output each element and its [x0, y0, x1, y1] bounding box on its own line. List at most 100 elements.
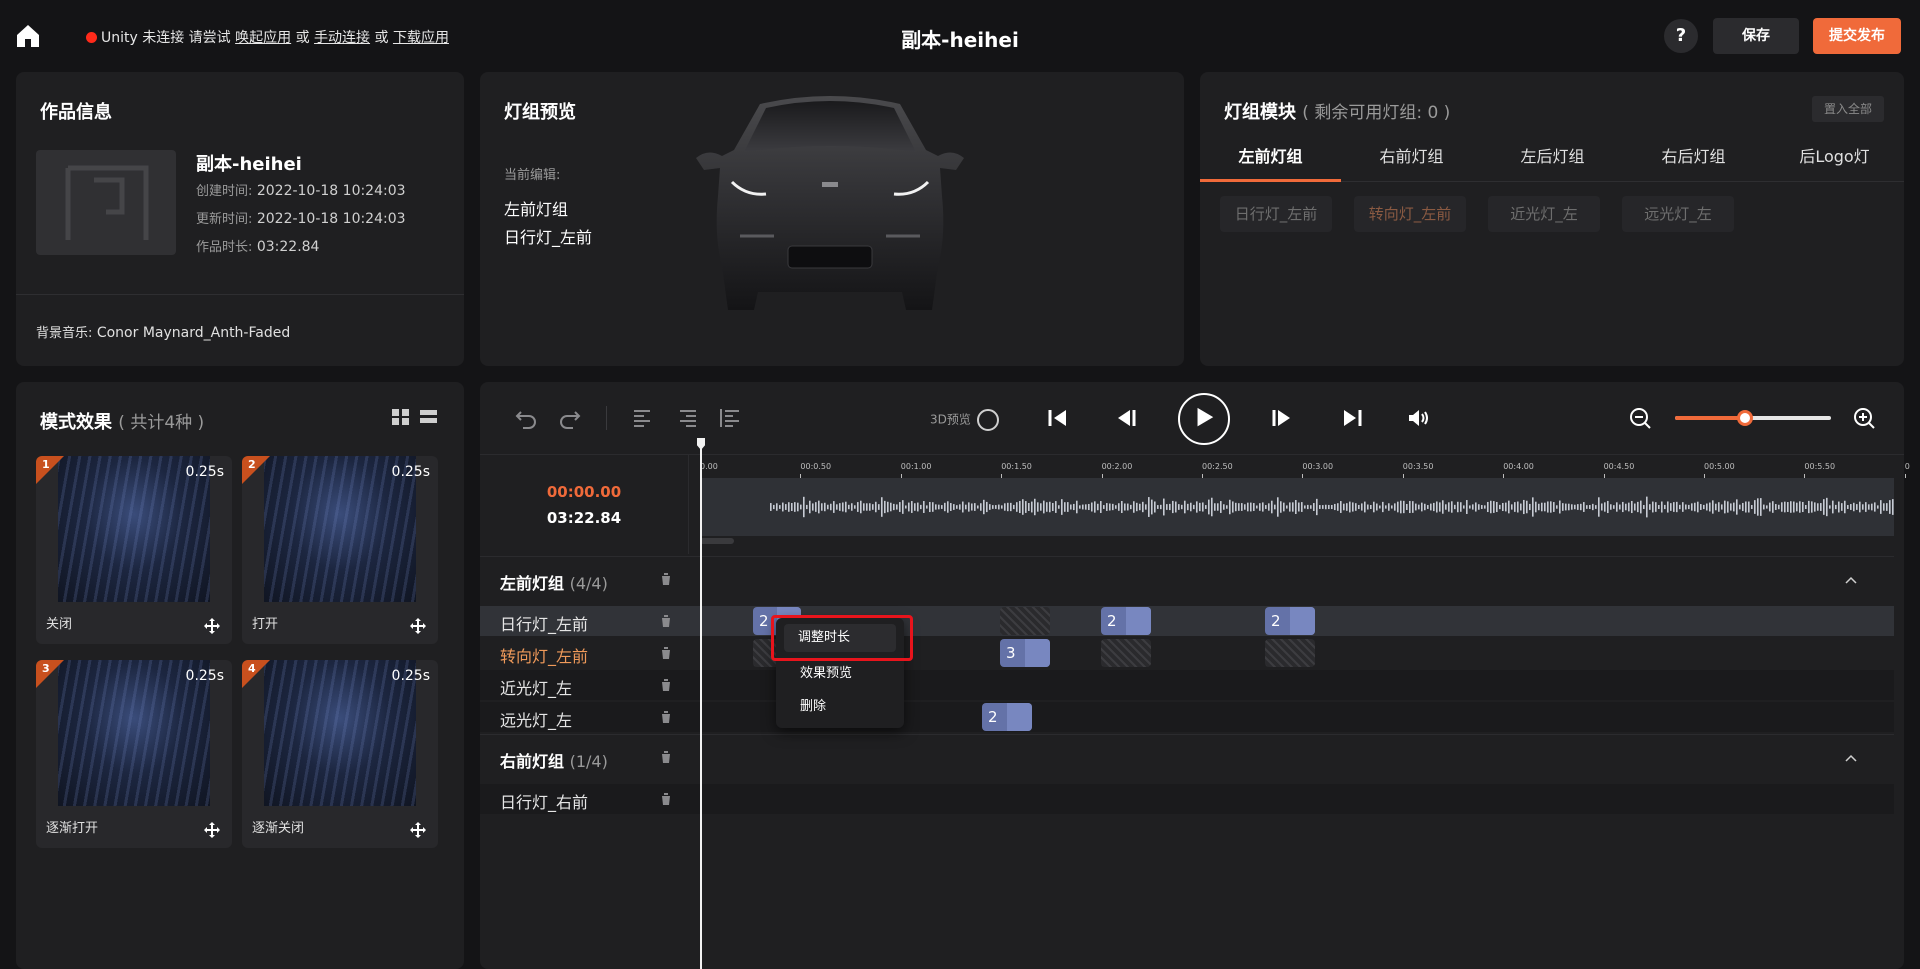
tab-rear-logo[interactable]: 后Logo灯 — [1764, 132, 1905, 182]
waveform-bar — [1760, 498, 1762, 516]
waveform-bar — [1181, 504, 1183, 510]
3d-preview-toggle[interactable]: 3D预览 — [930, 409, 999, 431]
trash-icon[interactable] — [660, 678, 672, 691]
ruler-tick-label: 00:1.00 — [900, 462, 932, 471]
effect-block[interactable]: 2 — [1101, 607, 1151, 635]
waveform-bar — [1148, 497, 1150, 517]
trash-icon[interactable] — [660, 710, 672, 723]
waveform-bar — [827, 504, 829, 510]
tab-right-rear[interactable]: 右后灯组 — [1623, 132, 1764, 182]
align-left-icon[interactable] — [630, 406, 654, 430]
waveform-bar — [1625, 503, 1627, 511]
step-back-icon[interactable] — [1114, 406, 1138, 430]
waveform-bar — [776, 503, 778, 511]
effect-card[interactable]: 2 0.25s 打开 — [242, 456, 438, 644]
tab-left-front[interactable]: 左前灯组 — [1200, 132, 1341, 182]
play-button[interactable] — [1178, 393, 1230, 445]
track-row[interactable] — [480, 670, 1894, 700]
grid-view-icon[interactable] — [392, 409, 409, 425]
move-icon[interactable] — [204, 618, 220, 634]
empty-block[interactable] — [1000, 607, 1050, 635]
effect-card[interactable]: 1 0.25s 关闭 — [36, 456, 232, 644]
skip-to-end-icon[interactable] — [1340, 406, 1364, 430]
track-group-header[interactable]: 左前灯组 (4/4) — [480, 556, 1894, 602]
view-toggle-icons[interactable] — [392, 408, 438, 426]
trash-icon[interactable] — [660, 750, 672, 763]
waveform-bar — [1649, 504, 1651, 510]
list-view-icon[interactable] — [420, 410, 437, 423]
waveform-bar — [803, 496, 805, 518]
effect-block[interactable]: 2 — [1265, 607, 1315, 635]
effect-block[interactable]: 2 — [982, 703, 1032, 731]
trash-icon[interactable] — [660, 792, 672, 805]
volume-icon[interactable] — [1406, 406, 1430, 430]
distribute-icon[interactable] — [718, 406, 742, 430]
waveform-bar — [1826, 497, 1828, 517]
waveform-bar — [1217, 503, 1219, 511]
zoom-out-icon[interactable] — [1628, 406, 1652, 430]
play-icon[interactable] — [1180, 395, 1228, 443]
time-ruler[interactable]: 0.00 00:0.50 00:1.00 00:1.50 00:2.00 00:2.50 0… — [698, 456, 1910, 478]
waveform-bar — [1415, 503, 1417, 511]
work-thumbnail — [36, 150, 176, 255]
waveform-bar — [968, 502, 970, 512]
step-forward-icon[interactable] — [1270, 406, 1294, 430]
preview-title: 灯组预览 — [504, 102, 576, 123]
track-row[interactable] — [480, 606, 1894, 636]
time-column-divider — [480, 454, 1904, 455]
chevron-up-icon[interactable] — [1844, 573, 1858, 587]
save-button[interactable]: 保存 — [1713, 18, 1799, 54]
move-icon[interactable] — [204, 822, 220, 838]
redo-icon[interactable] — [558, 406, 582, 430]
empty-block[interactable] — [1265, 639, 1315, 667]
zoom-in-icon[interactable] — [1852, 406, 1876, 430]
chip-high-beam-left[interactable]: 远光灯_左 — [1622, 196, 1734, 232]
skip-to-start-icon[interactable] — [1046, 406, 1070, 430]
empty-block[interactable] — [1101, 639, 1151, 667]
effect-block[interactable]: 3 — [1000, 639, 1050, 667]
move-icon[interactable] — [410, 822, 426, 838]
waveform-bar — [1829, 505, 1831, 509]
waveform-bar — [1673, 502, 1675, 512]
help-button[interactable]: ? — [1664, 19, 1698, 53]
move-icon[interactable] — [410, 618, 426, 634]
waveform-bar — [1841, 503, 1843, 511]
menu-item-effect-preview[interactable]: 效果预览 — [800, 662, 852, 681]
waveform-bar — [1250, 502, 1252, 512]
effect-card[interactable]: 4 0.25s 逐渐关闭 — [242, 660, 438, 848]
track-row[interactable] — [480, 702, 1894, 732]
put-all-button[interactable]: 置入全部 — [1812, 96, 1884, 122]
waveform-bar — [1679, 504, 1681, 510]
align-right-icon[interactable] — [676, 406, 700, 430]
waveform-bar — [1019, 500, 1021, 514]
waveform-bar — [830, 503, 832, 511]
waveform-scrollbar[interactable] — [700, 538, 734, 544]
track-row[interactable] — [480, 638, 1894, 668]
ruler-tick-label: 00:3.50 — [1402, 462, 1434, 471]
publish-button[interactable]: 提交发布 — [1813, 18, 1901, 54]
track-group-header[interactable]: 右前灯组 (1/4) — [480, 734, 1894, 780]
tab-left-rear[interactable]: 左后灯组 — [1482, 132, 1623, 182]
toggle-circle-icon[interactable] — [976, 409, 999, 431]
waveform-bar — [1652, 501, 1654, 513]
trash-icon[interactable] — [660, 572, 672, 585]
audio-waveform[interactable] — [700, 478, 1894, 536]
waveform-bar — [1142, 501, 1144, 513]
chip-daytime-left-front[interactable]: 日行灯_左前 — [1220, 196, 1332, 232]
track-row[interactable] — [480, 784, 1894, 814]
effect-card[interactable]: 3 0.25s 逐渐打开 — [36, 660, 232, 848]
waveform-bar — [1781, 502, 1783, 512]
chip-low-beam-left[interactable]: 近光灯_左 — [1488, 196, 1600, 232]
waveform-bar — [1670, 503, 1672, 511]
menu-item-delete[interactable]: 删除 — [800, 695, 826, 714]
effects-panel: 模式效果 ( 共计4种 ) 1 0.25s 关闭 2 0.25s 打开 3 0.… — [16, 382, 464, 969]
chevron-up-icon[interactable] — [1844, 751, 1858, 765]
chip-turn-left-front[interactable]: 转向灯_左前 — [1354, 196, 1466, 232]
tab-right-front[interactable]: 右前灯组 — [1341, 132, 1482, 182]
undo-icon[interactable] — [514, 406, 538, 430]
zoom-slider[interactable] — [1675, 410, 1831, 426]
trash-icon[interactable] — [660, 614, 672, 627]
trash-icon[interactable] — [660, 646, 672, 659]
waveform-bar — [1658, 505, 1660, 509]
playhead[interactable] — [700, 440, 702, 969]
